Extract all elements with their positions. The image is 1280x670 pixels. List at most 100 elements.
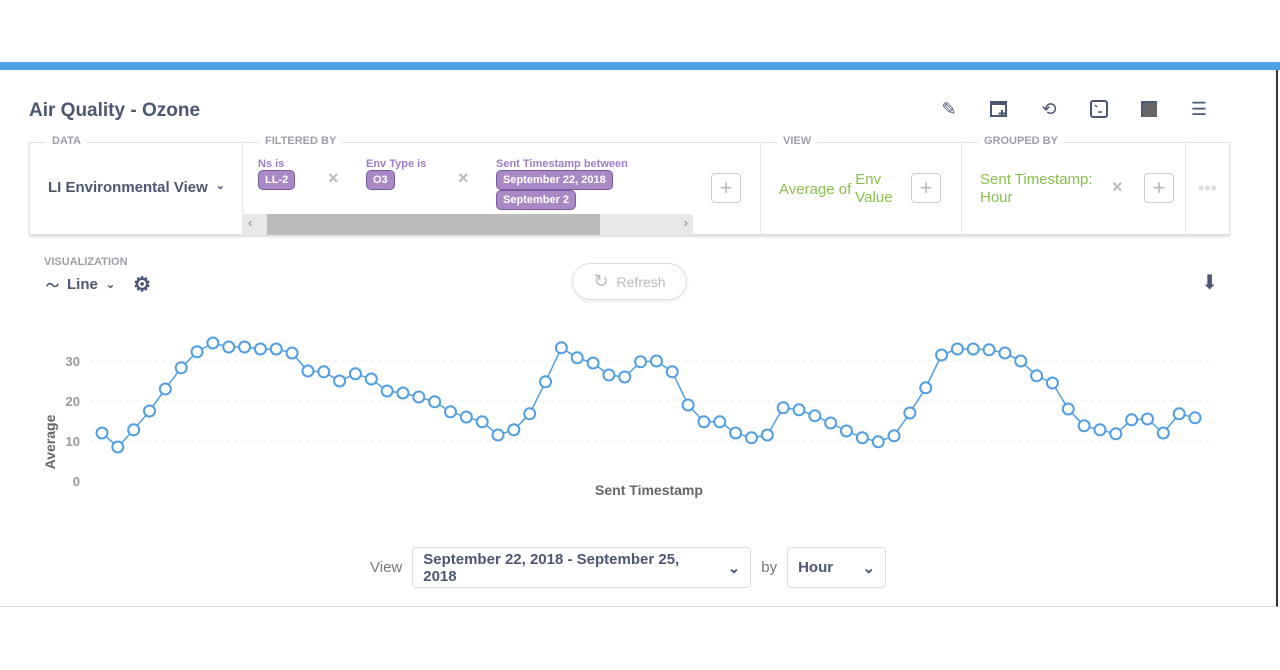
scroll-left-icon[interactable]: ‹ [248, 215, 252, 230]
data-point[interactable] [380, 384, 394, 398]
remove-breakout-icon[interactable]: × [1112, 177, 1123, 198]
download-icon[interactable]: ⬇ [1201, 270, 1218, 295]
data-point[interactable] [966, 342, 980, 356]
data-point[interactable] [364, 372, 378, 386]
data-point[interactable] [998, 346, 1012, 360]
filter-value-pill[interactable]: September 22, 2018 [496, 170, 613, 190]
save-icon[interactable] [1138, 98, 1160, 120]
data-point[interactable] [649, 354, 663, 368]
data-point[interactable] [507, 423, 521, 437]
add-to-dashboard-icon[interactable] [988, 98, 1010, 120]
add-breakout-button[interactable]: + [1144, 173, 1174, 203]
data-point[interactable] [1045, 376, 1059, 390]
data-point[interactable] [586, 356, 600, 370]
date-range-select[interactable]: September 22, 2018 - September 25, 2018 ⌄ [412, 547, 752, 588]
data-point[interactable] [190, 345, 204, 359]
gear-icon[interactable]: ⚙ [133, 272, 151, 297]
filter-value-pill[interactable]: LL-2 [258, 170, 296, 190]
refresh-button[interactable]: ↻ Refresh [572, 263, 687, 300]
remove-filter-icon[interactable]: × [328, 158, 366, 210]
data-point[interactable] [174, 361, 188, 375]
breakout[interactable]: Sent Timestamp: Hour [980, 171, 1105, 207]
data-point[interactable] [1156, 426, 1170, 440]
data-point[interactable] [238, 340, 252, 354]
data-point[interactable] [776, 401, 790, 415]
scroll-right-icon[interactable]: › [684, 215, 688, 230]
remove-filter-icon[interactable]: × [458, 158, 496, 210]
data-point[interactable] [602, 368, 616, 382]
data-point[interactable] [729, 426, 743, 440]
add-metric-button[interactable]: + [911, 173, 941, 203]
data-point[interactable] [443, 405, 457, 419]
data-point[interactable] [1125, 413, 1139, 427]
data-point[interactable] [950, 342, 964, 356]
data-point[interactable] [333, 374, 347, 388]
filter-ns[interactable]: Ns is LL-2 [258, 158, 328, 210]
data-point[interactable] [824, 416, 838, 430]
data-point[interactable] [792, 403, 806, 417]
data-point[interactable] [206, 336, 220, 350]
sql-icon[interactable] [1088, 98, 1110, 120]
data-point[interactable] [301, 364, 315, 378]
data-point[interactable] [269, 342, 283, 356]
data-point[interactable] [1188, 411, 1202, 425]
history-icon[interactable]: ⟲ [1038, 98, 1060, 120]
data-point[interactable] [570, 351, 584, 365]
data-point[interactable] [554, 341, 568, 355]
data-point[interactable] [475, 415, 489, 429]
data-point[interactable] [1109, 427, 1123, 441]
data-point[interactable] [618, 370, 632, 384]
data-point[interactable] [760, 428, 774, 442]
data-point[interactable] [143, 404, 157, 418]
data-point[interactable] [1172, 407, 1186, 421]
filter-sent-timestamp[interactable]: Sent Timestamp between September 22, 2018… [496, 158, 693, 210]
data-point[interactable] [95, 426, 109, 440]
data-point[interactable] [158, 382, 172, 396]
data-point[interactable] [1140, 412, 1154, 426]
data-point[interactable] [903, 406, 917, 420]
data-point[interactable] [127, 423, 141, 437]
data-point[interactable] [317, 365, 331, 379]
data-point[interactable] [348, 367, 362, 381]
data-point[interactable] [253, 342, 267, 356]
menu-icon[interactable]: ☰ [1188, 98, 1210, 120]
pencil-icon[interactable]: ✎ [938, 98, 960, 120]
data-point[interactable] [523, 407, 537, 421]
data-point[interactable] [396, 386, 410, 400]
data-point[interactable] [222, 340, 236, 354]
data-point[interactable] [412, 390, 426, 404]
data-point[interactable] [459, 410, 473, 424]
data-point[interactable] [855, 431, 869, 445]
filter-scrollbar[interactable]: ‹ › [243, 214, 693, 235]
data-point[interactable] [634, 355, 648, 369]
data-point[interactable] [681, 398, 695, 412]
visualization-picker[interactable]: 〜 Line ⌄ ⚙ [46, 272, 151, 297]
data-point[interactable] [1014, 354, 1028, 368]
more-options-icon[interactable]: ••• [1186, 143, 1229, 234]
data-point[interactable] [840, 424, 854, 438]
data-point[interactable] [935, 348, 949, 362]
data-point[interactable] [1030, 369, 1044, 383]
add-filter-button[interactable]: + [711, 173, 741, 203]
data-point[interactable] [919, 381, 933, 395]
scrollbar-thumb[interactable] [267, 214, 600, 235]
data-point[interactable] [713, 415, 727, 429]
data-point[interactable] [1061, 402, 1075, 416]
data-point[interactable] [285, 346, 299, 360]
data-point[interactable] [491, 428, 505, 442]
data-point[interactable] [982, 343, 996, 357]
filter-env-type[interactable]: Env Type is O3 [366, 158, 458, 210]
data-point[interactable] [665, 365, 679, 379]
filter-value-pill[interactable]: O3 [366, 170, 395, 190]
data-point[interactable] [539, 375, 553, 389]
time-unit-select[interactable]: Hour ⌄ [787, 547, 887, 588]
data-point[interactable] [697, 415, 711, 429]
metric[interactable]: Average of Env Value [779, 171, 903, 207]
data-point[interactable] [871, 435, 885, 449]
data-point[interactable] [887, 429, 901, 443]
data-point[interactable] [1093, 423, 1107, 437]
data-point[interactable] [428, 395, 442, 409]
data-point[interactable] [808, 409, 822, 423]
data-source-select[interactable]: LI Environmental View ⌄ [48, 179, 225, 196]
data-point[interactable] [1077, 419, 1091, 433]
